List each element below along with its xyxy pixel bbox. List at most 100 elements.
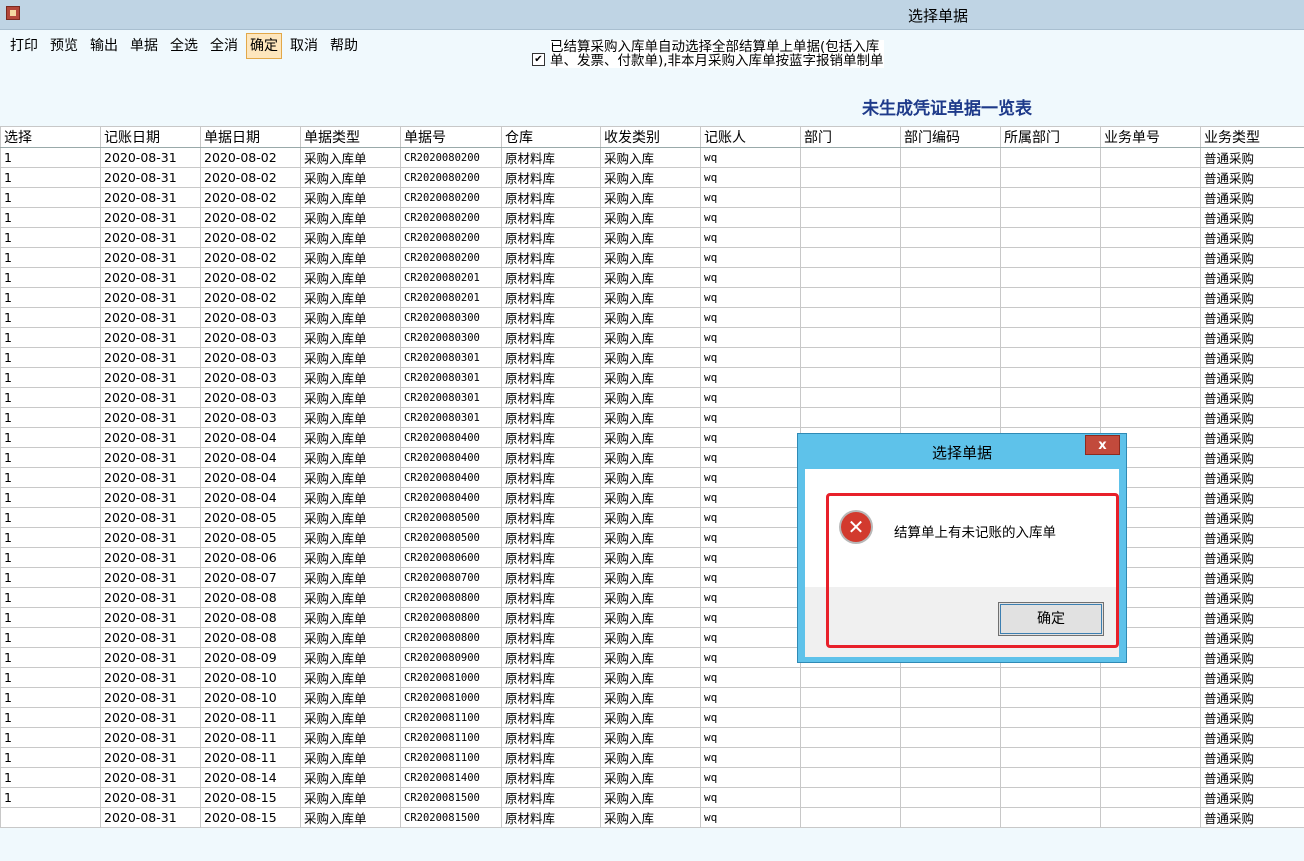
select-all-button[interactable]: 全选: [166, 33, 202, 59]
select-cell: 1: [0, 207, 101, 228]
doc-no-cell: CR2020080301: [400, 387, 502, 408]
col-header-posting-date[interactable]: 记账日期: [100, 126, 201, 148]
biz-type-cell: 普通采购: [1200, 267, 1304, 288]
biz-type-cell: 普通采购: [1200, 227, 1304, 248]
doc-type-cell: 采购入库单: [300, 267, 401, 288]
col-header-dept-code[interactable]: 部门编码: [900, 126, 1001, 148]
dept-code-cell: [900, 287, 1001, 308]
print-button[interactable]: 打印: [6, 33, 42, 59]
auto-select-option[interactable]: ✔ 已结算采购入库单自动选择全部结算单上单据(包括入库 单、发票、付款单),非本…: [532, 40, 927, 68]
col-header-dept[interactable]: 部门: [800, 126, 901, 148]
table-row[interactable]: 1 2020-08-31 2020-08-03 采购入库单 CR2020080301 原材…: [0, 387, 1304, 408]
auto-select-checkbox[interactable]: ✔: [532, 53, 545, 66]
col-header-owner-dept[interactable]: 所属部门: [1000, 126, 1101, 148]
col-header-io-type[interactable]: 收发类别: [600, 126, 701, 148]
table-row[interactable]: 1 2020-08-31 2020-08-03 采购入库单 CR2020080301 原材…: [0, 407, 1304, 428]
doc-no-cell: CR2020080201: [400, 287, 502, 308]
doc-no-cell: CR2020080900: [400, 647, 502, 668]
warehouse-cell: 原材料库: [501, 407, 601, 428]
col-header-doc-date[interactable]: 单据日期: [200, 126, 301, 148]
table-row[interactable]: 1 2020-08-31 2020-08-02 采购入库单 CR2020080200 原材…: [0, 207, 1304, 228]
doc-no-cell: CR2020081500: [400, 787, 502, 808]
col-header-warehouse[interactable]: 仓库: [501, 126, 601, 148]
doc-type-cell: 采购入库单: [300, 467, 401, 488]
confirm-button[interactable]: 确定: [246, 33, 282, 59]
io-type-cell: 采购入库: [600, 547, 701, 568]
select-cell: 1: [0, 507, 101, 528]
poster-cell: wq: [700, 667, 801, 688]
owner-dept-cell: [1000, 287, 1101, 308]
dept-cell: [800, 227, 901, 248]
col-header-biz-type[interactable]: 业务类型: [1200, 126, 1304, 148]
close-icon[interactable]: x: [1085, 435, 1120, 455]
biz-no-cell: [1100, 247, 1201, 268]
io-type-cell: 采购入库: [600, 447, 701, 468]
col-header-biz-no[interactable]: 业务单号: [1100, 126, 1201, 148]
warehouse-cell: 原材料库: [501, 187, 601, 208]
posting-date-cell: 2020-08-31: [100, 307, 201, 328]
dept-code-cell: [900, 767, 1001, 788]
table-row[interactable]: 1 2020-08-31 2020-08-10 采购入库单 CR2020081000 原材…: [0, 687, 1304, 708]
warehouse-cell: 原材料库: [501, 367, 601, 388]
table-row[interactable]: 1 2020-08-31 2020-08-02 采购入库单 CR2020080200 原材…: [0, 167, 1304, 188]
doc-type-cell: 采购入库单: [300, 807, 401, 828]
table-row[interactable]: 1 2020-08-31 2020-08-11 采购入库单 CR2020081100 原材…: [0, 707, 1304, 728]
col-header-doc-no[interactable]: 单据号: [400, 126, 502, 148]
warehouse-cell: 原材料库: [501, 547, 601, 568]
table-row[interactable]: 1 2020-08-31 2020-08-11 采购入库单 CR2020081100 原材…: [0, 747, 1304, 768]
biz-no-cell: [1100, 267, 1201, 288]
dept-cell: [800, 207, 901, 228]
table-row[interactable]: 1 2020-08-31 2020-08-02 采购入库单 CR2020080201 原材…: [0, 287, 1304, 308]
table-row[interactable]: 1 2020-08-31 2020-08-10 采购入库单 CR2020081000 原材…: [0, 667, 1304, 688]
table-row[interactable]: 1 2020-08-31 2020-08-03 采购入库单 CR2020080301 原材…: [0, 367, 1304, 388]
owner-dept-cell: [1000, 147, 1101, 168]
preview-button[interactable]: 预览: [46, 33, 82, 59]
col-header-doc-type[interactable]: 单据类型: [300, 126, 401, 148]
table-row[interactable]: 1 2020-08-31 2020-08-14 采购入库单 CR2020081400 原材…: [0, 767, 1304, 788]
doc-no-cell: CR2020080301: [400, 407, 502, 428]
deselect-all-button[interactable]: 全消: [206, 33, 242, 59]
doc-type-cell: 采购入库单: [300, 327, 401, 348]
doc-no-cell: CR2020081000: [400, 667, 502, 688]
biz-no-cell: [1100, 347, 1201, 368]
col-header-select[interactable]: 选择: [0, 126, 101, 148]
table-row[interactable]: 1 2020-08-31 2020-08-02 采购入库单 CR2020080200 原材…: [0, 147, 1304, 168]
table-row[interactable]: 1 2020-08-31 2020-08-03 采购入库单 CR2020080300 原材…: [0, 307, 1304, 328]
table-row[interactable]: 1 2020-08-31 2020-08-03 采购入库单 CR2020080300 原材…: [0, 327, 1304, 348]
table-row[interactable]: 2020-08-31 2020-08-15 采购入库单 CR2020081500 原材料…: [0, 807, 1304, 828]
doc-no-cell: CR2020080800: [400, 627, 502, 648]
toolbar: 打印 预览 输出 单据 全选 全消 确定 取消 帮助: [0, 31, 362, 61]
table-row[interactable]: 1 2020-08-31 2020-08-02 采购入库单 CR2020080200 原材…: [0, 227, 1304, 248]
doc-no-cell: CR2020080301: [400, 347, 502, 368]
biz-no-cell: [1100, 147, 1201, 168]
doc-date-cell: 2020-08-08: [200, 627, 301, 648]
cancel-button[interactable]: 取消: [286, 33, 322, 59]
col-header-poster[interactable]: 记账人: [700, 126, 801, 148]
posting-date-cell: 2020-08-31: [100, 567, 201, 588]
dept-code-cell: [900, 667, 1001, 688]
table-row[interactable]: 1 2020-08-31 2020-08-15 采购入库单 CR2020081500 原材…: [0, 787, 1304, 808]
posting-date-cell: 2020-08-31: [100, 507, 201, 528]
warehouse-cell: 原材料库: [501, 727, 601, 748]
owner-dept-cell: [1000, 787, 1101, 808]
table-row[interactable]: 1 2020-08-31 2020-08-02 采购入库单 CR2020080200 原材…: [0, 187, 1304, 208]
warehouse-cell: 原材料库: [501, 247, 601, 268]
doc-type-cell: 采购入库单: [300, 727, 401, 748]
document-button[interactable]: 单据: [126, 33, 162, 59]
table-row[interactable]: 1 2020-08-31 2020-08-02 采购入库单 CR2020080200 原材…: [0, 247, 1304, 268]
select-cell: 1: [0, 147, 101, 168]
posting-date-cell: 2020-08-31: [100, 707, 201, 728]
table-row[interactable]: 1 2020-08-31 2020-08-11 采购入库单 CR2020081100 原材…: [0, 727, 1304, 748]
doc-type-cell: 采购入库单: [300, 387, 401, 408]
table-row[interactable]: 1 2020-08-31 2020-08-03 采购入库单 CR2020080301 原材…: [0, 347, 1304, 368]
export-button[interactable]: 输出: [86, 33, 122, 59]
select-cell: 1: [0, 627, 101, 648]
highlight-box: [826, 493, 1119, 648]
io-type-cell: 采购入库: [600, 407, 701, 428]
doc-type-cell: 采购入库单: [300, 287, 401, 308]
table-row[interactable]: 1 2020-08-31 2020-08-02 采购入库单 CR2020080201 原材…: [0, 267, 1304, 288]
doc-type-cell: 采购入库单: [300, 487, 401, 508]
poster-cell: wq: [700, 467, 801, 488]
error-dialog: 选择单据 x ✕ 结算单上有未记账的入库单 确定: [797, 433, 1127, 663]
help-button[interactable]: 帮助: [326, 33, 362, 59]
